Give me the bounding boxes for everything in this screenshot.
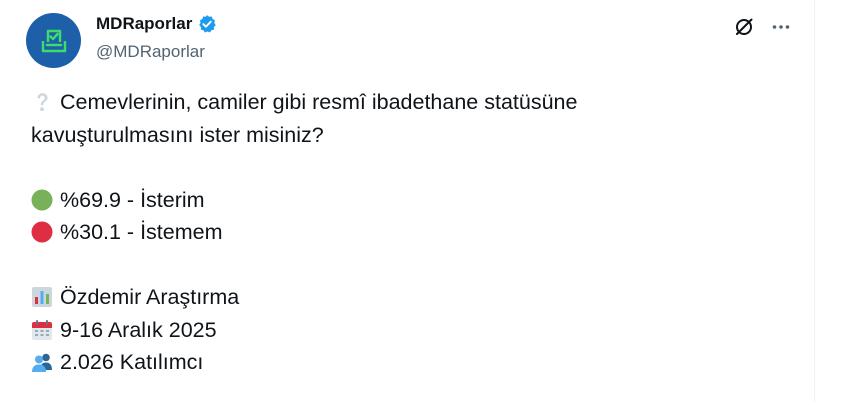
result-yes-text: %69.9 - İsterim [60,187,205,212]
tweet-card: MDRaporlar @MDRaporlar Cemevlerinin, cam… [0,0,815,402]
question-text-2: kavuşturulmasını ister misiniz? [31,122,324,147]
result-line-no: %30.1 - İstemem [31,216,791,249]
result-line-yes: %69.9 - İsterim [31,184,791,217]
source-text: Özdemir Araştırma [60,285,240,309]
question-mark-icon [31,91,53,113]
participants-text: 2.026 Katılımcı [60,350,204,374]
result-no-text: %30.1 - İstemem [60,220,223,244]
author-name-row: MDRaporlar [96,14,217,34]
tweet-text: Cemevlerinin, camiler gibi resmî ibadeth… [31,86,791,379]
user-handle[interactable]: @MDRaporlar [96,42,205,62]
question-line: Cemevlerinin, camiler gibi resmî ibadeth… [31,86,791,119]
grok-button[interactable] [731,14,757,40]
display-name[interactable]: MDRaporlar [96,14,192,34]
date-line: 9-16 Aralık 2025 [31,314,791,347]
question-line-2: kavuşturulmasını ister misiniz? [31,119,791,152]
bar-chart-icon [31,286,53,308]
more-options-button[interactable] [768,14,794,40]
source-line: Özdemir Araştırma [31,281,791,314]
calendar-icon [31,319,53,341]
grok-icon [736,18,753,35]
red-circle-icon [31,221,53,243]
green-circle-icon [31,189,53,211]
avatar[interactable] [26,13,81,68]
date-text: 9-16 Aralık 2025 [60,317,217,342]
ballot-box-icon [41,29,66,52]
question-text-1: Cemevlerinin, camiler gibi resmî ibadeth… [60,90,578,114]
more-icon [772,25,790,29]
participants-line: 2.026 Katılımcı [31,346,791,379]
verified-badge-icon [197,14,217,34]
people-icon [31,351,53,373]
